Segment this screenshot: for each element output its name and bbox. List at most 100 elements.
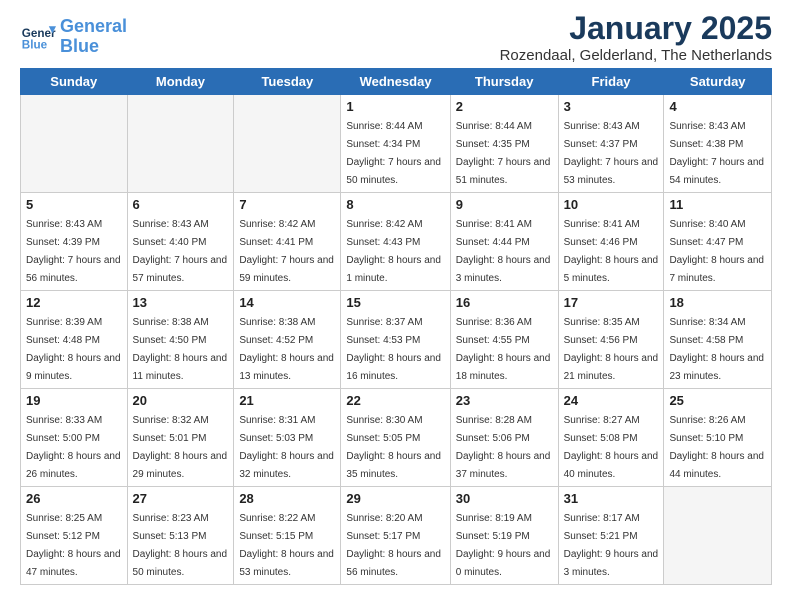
calendar-cell: 8 Sunrise: 8:42 AMSunset: 4:43 PMDaylight…	[341, 193, 450, 291]
day-info: Sunrise: 8:42 AMSunset: 4:41 PMDaylight:…	[239, 219, 334, 284]
col-thursday: Thursday	[450, 69, 558, 95]
day-info: Sunrise: 8:37 AMSunset: 4:53 PMDaylight:…	[346, 317, 441, 382]
calendar-cell: 13Sunrise: 8:38 AMSunset: 4:50 PMDayligh…	[127, 291, 234, 389]
calendar-cell	[664, 487, 772, 585]
day-number: 16	[456, 295, 553, 310]
day-number: 9	[456, 197, 553, 212]
col-sunday: Sunday	[21, 69, 128, 95]
calendar-cell: 11 Sunrise: 8:40 AMSunset: 4:47 PMDayligh…	[664, 193, 772, 291]
calendar-cell: 18 Sunrise: 8:34 AMSunset: 4:58 PMDayligh…	[664, 291, 772, 389]
day-number: 28	[239, 491, 335, 506]
day-number: 1	[346, 99, 444, 114]
calendar-cell: 26 Sunrise: 8:25 AMSunset: 5:12 PMDayligh…	[21, 487, 128, 585]
calendar-cell: 27Sunrise: 8:23 AMSunset: 5:13 PMDayligh…	[127, 487, 234, 585]
calendar-cell: 28 Sunrise: 8:22 AMSunset: 5:15 PMDayligh…	[234, 487, 341, 585]
day-number: 10	[564, 197, 659, 212]
day-info: Sunrise: 8:32 AMSunset: 5:01 PMDaylight:…	[133, 415, 228, 480]
day-info: Sunrise: 8:23 AMSunset: 5:13 PMDaylight:…	[133, 513, 228, 578]
day-info: Sunrise: 8:36 AMSunset: 4:55 PMDaylight:…	[456, 317, 551, 382]
calendar-cell: 3 Sunrise: 8:43 AMSunset: 4:37 PMDaylight…	[558, 95, 664, 193]
day-info: Sunrise: 8:39 AMSunset: 4:48 PMDaylight:…	[26, 317, 121, 382]
day-info: Sunrise: 8:35 AMSunset: 4:56 PMDaylight:…	[564, 317, 659, 382]
day-number: 14	[239, 295, 335, 310]
calendar-cell	[234, 95, 341, 193]
header-row: Sunday Monday Tuesday Wednesday Thursday…	[21, 69, 772, 95]
day-number: 25	[669, 393, 766, 408]
calendar-cell: 14 Sunrise: 8:38 AMSunset: 4:52 PMDayligh…	[234, 291, 341, 389]
col-tuesday: Tuesday	[234, 69, 341, 95]
day-number: 29	[346, 491, 444, 506]
day-info: Sunrise: 8:22 AMSunset: 5:15 PMDaylight:…	[239, 513, 334, 578]
week-row: 1 Sunrise: 8:44 AMSunset: 4:34 PMDaylight…	[21, 95, 772, 193]
week-row: 19 Sunrise: 8:33 AMSunset: 5:00 PMDayligh…	[21, 389, 772, 487]
day-number: 3	[564, 99, 659, 114]
day-info: Sunrise: 8:40 AMSunset: 4:47 PMDaylight:…	[669, 219, 764, 284]
day-info: Sunrise: 8:33 AMSunset: 5:00 PMDaylight:…	[26, 415, 121, 480]
col-friday: Friday	[558, 69, 664, 95]
day-number: 2	[456, 99, 553, 114]
day-number: 17	[564, 295, 659, 310]
day-info: Sunrise: 8:26 AMSunset: 5:10 PMDaylight:…	[669, 415, 764, 480]
week-row: 12 Sunrise: 8:39 AMSunset: 4:48 PMDayligh…	[21, 291, 772, 389]
calendar-cell: 30Sunrise: 8:19 AMSunset: 5:19 PMDayligh…	[450, 487, 558, 585]
calendar-cell: 5 Sunrise: 8:43 AMSunset: 4:39 PMDaylight…	[21, 193, 128, 291]
day-info: Sunrise: 8:43 AMSunset: 4:40 PMDaylight:…	[133, 219, 228, 284]
day-info: Sunrise: 8:19 AMSunset: 5:19 PMDaylight:…	[456, 513, 551, 578]
day-number: 12	[26, 295, 122, 310]
calendar-cell: 25 Sunrise: 8:26 AMSunset: 5:10 PMDayligh…	[664, 389, 772, 487]
calendar-cell: 17 Sunrise: 8:35 AMSunset: 4:56 PMDayligh…	[558, 291, 664, 389]
day-number: 23	[456, 393, 553, 408]
day-info: Sunrise: 8:41 AMSunset: 4:46 PMDaylight:…	[564, 219, 659, 284]
calendar-cell: 31 Sunrise: 8:17 AMSunset: 5:21 PMDayligh…	[558, 487, 664, 585]
day-info: Sunrise: 8:30 AMSunset: 5:05 PMDaylight:…	[346, 415, 441, 480]
calendar-cell: 6 Sunrise: 8:43 AMSunset: 4:40 PMDaylight…	[127, 193, 234, 291]
day-info: Sunrise: 8:28 AMSunset: 5:06 PMDaylight:…	[456, 415, 551, 480]
day-info: Sunrise: 8:17 AMSunset: 5:21 PMDaylight:…	[564, 513, 659, 578]
col-monday: Monday	[127, 69, 234, 95]
calendar-cell: 2 Sunrise: 8:44 AMSunset: 4:35 PMDaylight…	[450, 95, 558, 193]
day-info: Sunrise: 8:43 AMSunset: 4:38 PMDaylight:…	[669, 121, 764, 186]
calendar-cell: 20 Sunrise: 8:32 AMSunset: 5:01 PMDayligh…	[127, 389, 234, 487]
calendar-table: Sunday Monday Tuesday Wednesday Thursday…	[20, 68, 772, 585]
day-number: 26	[26, 491, 122, 506]
calendar-cell	[127, 95, 234, 193]
day-number: 24	[564, 393, 659, 408]
day-info: Sunrise: 8:20 AMSunset: 5:17 PMDaylight:…	[346, 513, 441, 578]
day-info: Sunrise: 8:43 AMSunset: 4:39 PMDaylight:…	[26, 219, 121, 284]
day-info: Sunrise: 8:27 AMSunset: 5:08 PMDaylight:…	[564, 415, 659, 480]
calendar-cell: 9 Sunrise: 8:41 AMSunset: 4:44 PMDaylight…	[450, 193, 558, 291]
day-info: Sunrise: 8:25 AMSunset: 5:12 PMDaylight:…	[26, 513, 121, 578]
logo-text: GeneralBlue	[60, 17, 127, 57]
day-info: Sunrise: 8:44 AMSunset: 4:35 PMDaylight:…	[456, 121, 551, 186]
day-info: Sunrise: 8:31 AMSunset: 5:03 PMDaylight:…	[239, 415, 334, 480]
col-wednesday: Wednesday	[341, 69, 450, 95]
day-info: Sunrise: 8:42 AMSunset: 4:43 PMDaylight:…	[346, 219, 441, 284]
title-block: January 2025 Rozendaal, Gelderland, The …	[500, 10, 772, 64]
calendar-cell: 15Sunrise: 8:37 AMSunset: 4:53 PMDayligh…	[341, 291, 450, 389]
day-number: 31	[564, 491, 659, 506]
day-number: 20	[133, 393, 229, 408]
day-number: 18	[669, 295, 766, 310]
day-info: Sunrise: 8:44 AMSunset: 4:34 PMDaylight:…	[346, 121, 441, 186]
day-info: Sunrise: 8:43 AMSunset: 4:37 PMDaylight:…	[564, 121, 659, 186]
calendar-cell: 29 Sunrise: 8:20 AMSunset: 5:17 PMDayligh…	[341, 487, 450, 585]
logo-icon: General Blue	[20, 19, 56, 55]
calendar-cell: 16 Sunrise: 8:36 AMSunset: 4:55 PMDayligh…	[450, 291, 558, 389]
page-header: General Blue GeneralBlue January 2025 Ro…	[0, 0, 792, 68]
location-subtitle: Rozendaal, Gelderland, The Netherlands	[500, 47, 772, 64]
day-info: Sunrise: 8:38 AMSunset: 4:52 PMDaylight:…	[239, 317, 334, 382]
calendar-container: Sunday Monday Tuesday Wednesday Thursday…	[0, 68, 792, 595]
day-info: Sunrise: 8:41 AMSunset: 4:44 PMDaylight:…	[456, 219, 551, 284]
day-number: 7	[239, 197, 335, 212]
calendar-cell: 19 Sunrise: 8:33 AMSunset: 5:00 PMDayligh…	[21, 389, 128, 487]
day-number: 6	[133, 197, 229, 212]
calendar-cell: 7 Sunrise: 8:42 AMSunset: 4:41 PMDaylight…	[234, 193, 341, 291]
day-info: Sunrise: 8:38 AMSunset: 4:50 PMDaylight:…	[133, 317, 228, 382]
day-number: 19	[26, 393, 122, 408]
day-info: Sunrise: 8:34 AMSunset: 4:58 PMDaylight:…	[669, 317, 764, 382]
day-number: 8	[346, 197, 444, 212]
logo: General Blue GeneralBlue	[20, 17, 127, 57]
day-number: 5	[26, 197, 122, 212]
calendar-cell: 12 Sunrise: 8:39 AMSunset: 4:48 PMDayligh…	[21, 291, 128, 389]
day-number: 11	[669, 197, 766, 212]
